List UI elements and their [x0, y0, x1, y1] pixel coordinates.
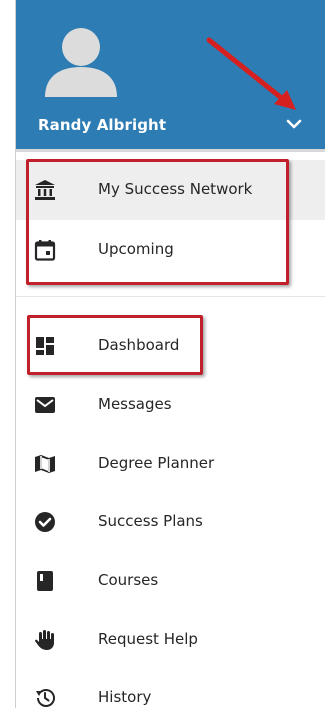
nav-item-label: Messages — [98, 395, 172, 413]
nav-item-label: Success Plans — [98, 512, 203, 530]
nav-item-request-help[interactable]: Request Help — [16, 616, 325, 664]
header-divider — [16, 149, 325, 152]
nav-item-label: Request Help — [98, 630, 198, 648]
map-icon — [35, 455, 55, 473]
history-icon — [36, 689, 55, 707]
book-icon — [37, 571, 53, 591]
annotation-arrow — [206, 37, 296, 110]
user-avatar-icon — [45, 28, 117, 97]
chevron-down-icon[interactable] — [285, 115, 303, 133]
section-divider — [16, 296, 325, 297]
nav-item-messages[interactable]: Messages — [16, 381, 325, 429]
nav-item-history[interactable]: History — [16, 674, 325, 722]
nav-item-courses[interactable]: Courses — [16, 557, 325, 605]
nav-item-label: Courses — [98, 571, 159, 589]
nav-item-degree-planner[interactable]: Degree Planner — [16, 440, 325, 488]
annotation-highlight-box — [27, 315, 203, 375]
envelope-icon — [35, 397, 55, 413]
nav-item-label: History — [98, 688, 152, 706]
user-header: Randy Albright — [16, 0, 325, 149]
nav-item-label: Degree Planner — [98, 454, 215, 472]
user-name: Randy Albright — [38, 116, 167, 134]
check-circle-icon — [35, 512, 55, 532]
nav-item-success-plans[interactable]: Success Plans — [16, 498, 325, 546]
annotation-highlight-box — [26, 159, 289, 285]
window-border — [0, 0, 16, 708]
hand-icon — [35, 630, 54, 650]
